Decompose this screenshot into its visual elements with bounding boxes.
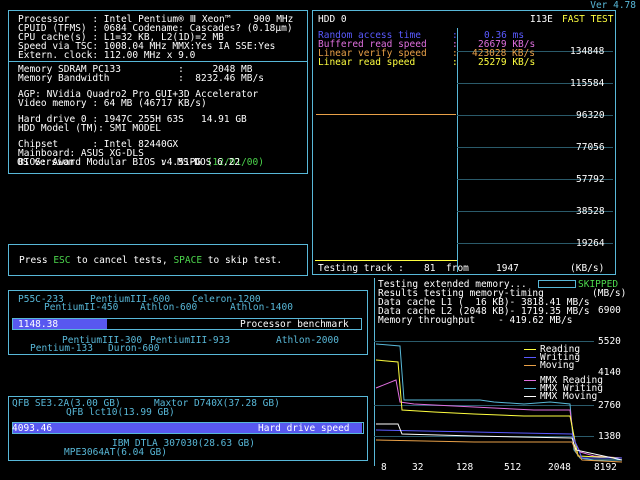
hdd-ref: QFB lct10(13.99 GB) <box>66 407 175 418</box>
mem-xtick: 128 <box>456 462 474 473</box>
hdd-ytick: 77056 <box>576 142 605 153</box>
cpu-ref: Athlon-1400 <box>230 302 293 313</box>
track-current: 81 <box>424 263 436 274</box>
hdd-ytick: 57792 <box>576 174 605 185</box>
cpu-bench-value: 1148.38 <box>18 319 59 330</box>
hdd-model-line: HDD Model (TM): SMI MODEL <box>18 123 161 134</box>
hdd-mode: I13E <box>530 14 553 25</box>
fast-test-label: FAST TEST <box>562 14 614 25</box>
read-trace <box>316 114 456 115</box>
mem-xtick: 8192 <box>594 462 617 473</box>
hdd-ytick: 38528 <box>576 206 605 217</box>
hdd-ytick: 19264 <box>576 238 605 249</box>
version-label: Ver 4.78 <box>590 0 636 11</box>
cpu-ref: PentiumIII-933 <box>150 335 231 346</box>
mem-xtick: 2048 <box>548 462 571 473</box>
space-key[interactable]: SPACE <box>173 255 202 266</box>
cpu-ref: Pentium-133 <box>30 343 93 354</box>
linear-read-label: Linear read speed <box>318 57 416 68</box>
hdd-ytick: 115584 <box>570 78 605 89</box>
hdd-ytick: 134848 <box>570 46 605 57</box>
hdd-unit: (KB/s) <box>570 263 605 274</box>
mem-unit: (MB/s) <box>592 288 627 299</box>
mem-ytick: 6900 <box>598 305 621 316</box>
track-total: 1947 <box>496 263 519 274</box>
hdd-ref: MPE3064AT(6.04 GB) <box>64 447 167 458</box>
hdd-ytick: 96320 <box>576 110 605 121</box>
esc-key[interactable]: ESC <box>53 255 70 266</box>
prompt-mid: to cancel tests, <box>70 255 174 266</box>
hdd-bench-value: 4093.46 <box>12 423 53 434</box>
cpu-ref: Athlon-600 <box>140 302 198 313</box>
legend-swatch-mmx-moving <box>524 396 536 397</box>
mem-xtick: 512 <box>504 462 522 473</box>
legend-swatch-mmx-writing <box>524 388 536 389</box>
track-from: from <box>446 263 469 274</box>
cpu-ref: Duron-600 <box>108 343 160 354</box>
bandwidth-line: Memory Bandwidth : 8232.46 MB/s <box>18 73 264 84</box>
prompt-post: to skip test. <box>202 255 283 266</box>
hdd-bench-label: Hard drive speed <box>258 423 350 434</box>
cpu-ref: PentiumII-450 <box>44 302 119 313</box>
mem-xtick: 32 <box>412 462 424 473</box>
legend-swatch-moving <box>524 365 536 366</box>
legend-swatch-reading <box>524 349 536 350</box>
clock-line: Extern. clock: 112.00 MHz x 9.0 <box>18 50 196 61</box>
system-info-panel: Processor : Intel Pentium® Ⅲ Xeon™ 900 M… <box>8 10 308 174</box>
prompt-pre: Press <box>19 255 54 266</box>
mem-chart-svg <box>375 343 623 463</box>
os-line: OS version : MS-DOS 6.22 <box>17 157 241 168</box>
cpu-bench-label: Processor benchmark <box>240 319 349 330</box>
legend-swatch-writing <box>524 357 536 358</box>
divider <box>9 61 307 62</box>
legend-swatch-mmx-reading <box>524 380 536 381</box>
hdd-title: HDD 0 <box>318 14 347 25</box>
legend-mmx-moving: MMX Moving <box>540 391 598 402</box>
mmx-writing-trace <box>375 343 622 461</box>
linear-read-value: 25279 KB/s <box>478 57 536 68</box>
mem-xtick: 8 <box>381 462 387 473</box>
legend-moving: Moving <box>540 360 575 371</box>
prompt-panel: Press ESC to cancel tests, SPACE to skip… <box>8 244 308 276</box>
prompt-text: Press ESC to cancel tests, SPACE to skip… <box>19 255 283 266</box>
progress-line <box>315 260 457 261</box>
linear-read-sep: : <box>452 57 458 68</box>
track-label: Testing track : <box>318 263 404 274</box>
mem-progress-box <box>538 280 576 288</box>
cpu-ref: Athlon-2000 <box>276 335 339 346</box>
video-line: Video memory : 64 MB (46717 KB/s) <box>18 98 207 109</box>
throughput-line: Memory throughput - 419.62 MB/s <box>378 315 573 326</box>
